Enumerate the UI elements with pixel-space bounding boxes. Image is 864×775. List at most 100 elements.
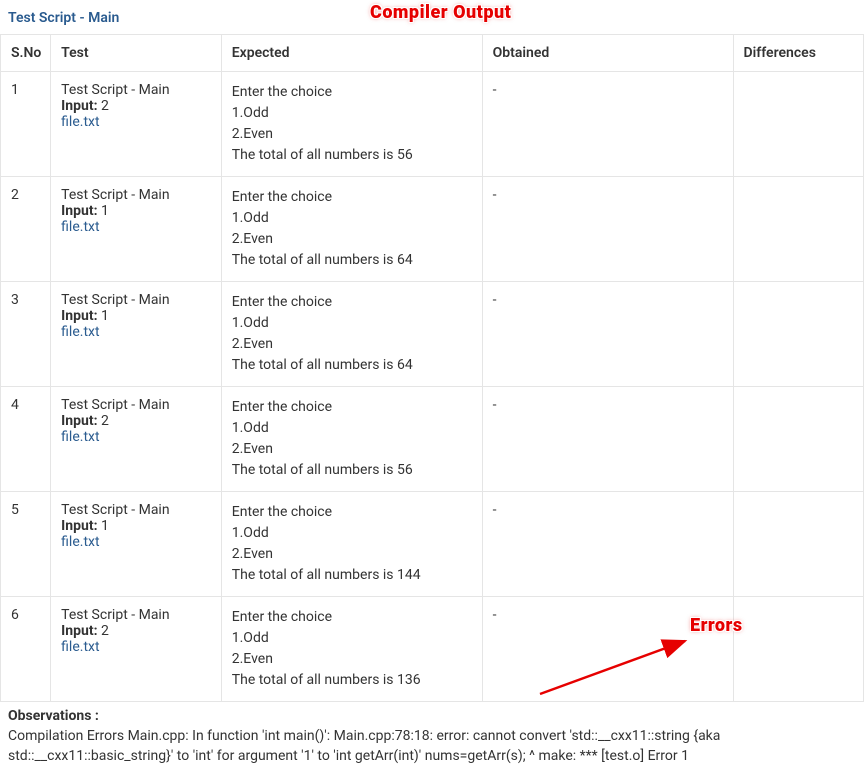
test-name: Test Script - Main — [61, 82, 211, 98]
file-link[interactable]: file.txt — [61, 324, 211, 340]
cell-expected: Enter the choice1.Odd2.EvenThe total of … — [221, 492, 482, 597]
observations-title: Observations : — [8, 708, 856, 724]
test-name: Test Script - Main — [61, 502, 211, 518]
expected-line: 1.Odd — [232, 103, 472, 124]
cell-test: Test Script - MainInput: 1file.txt — [51, 492, 222, 597]
table-row: 6Test Script - MainInput: 2file.txtEnter… — [1, 597, 864, 702]
cell-differences — [733, 282, 863, 387]
input-label: Input: — [61, 98, 97, 114]
test-name: Test Script - Main — [61, 607, 211, 623]
cell-expected: Enter the choice1.Odd2.EvenThe total of … — [221, 72, 482, 177]
input-label: Input: — [61, 308, 97, 324]
cell-expected: Enter the choice1.Odd2.EvenThe total of … — [221, 597, 482, 702]
cell-obtained: - — [482, 387, 733, 492]
col-header-sno: S.No — [1, 35, 51, 72]
test-name: Test Script - Main — [61, 187, 211, 203]
input-value: 1 — [98, 203, 109, 219]
expected-line: The total of all numbers is 64 — [232, 250, 472, 271]
test-results-table: S.No Test Expected Obtained Differences … — [0, 34, 864, 702]
cell-obtained: - — [482, 597, 733, 702]
cell-differences — [733, 492, 863, 597]
col-header-differences: Differences — [733, 35, 863, 72]
test-input: Input: 2 — [61, 413, 211, 429]
observations-section: Observations : Compilation Errors Main.c… — [0, 702, 864, 775]
cell-sno: 5 — [1, 492, 51, 597]
test-input: Input: 1 — [61, 308, 211, 324]
expected-line: 2.Even — [232, 229, 472, 250]
expected-line: Enter the choice — [232, 397, 472, 418]
cell-test: Test Script - MainInput: 2file.txt — [51, 387, 222, 492]
expected-line: Enter the choice — [232, 607, 472, 628]
table-row: 4Test Script - MainInput: 2file.txtEnter… — [1, 387, 864, 492]
observations-body: Compilation Errors Main.cpp: In function… — [8, 726, 856, 767]
table-row: 2Test Script - MainInput: 1file.txtEnter… — [1, 177, 864, 282]
expected-line: 1.Odd — [232, 313, 472, 334]
test-input: Input: 2 — [61, 98, 211, 114]
expected-line: 2.Even — [232, 124, 472, 145]
col-header-obtained: Obtained — [482, 35, 733, 72]
cell-obtained: - — [482, 177, 733, 282]
test-input: Input: 1 — [61, 518, 211, 534]
expected-line: The total of all numbers is 56 — [232, 460, 472, 481]
expected-line: Enter the choice — [232, 502, 472, 523]
cell-test: Test Script - MainInput: 2file.txt — [51, 597, 222, 702]
file-link[interactable]: file.txt — [61, 114, 211, 130]
table-row: 1Test Script - MainInput: 2file.txtEnter… — [1, 72, 864, 177]
cell-differences — [733, 597, 863, 702]
expected-line: 1.Odd — [232, 523, 472, 544]
input-label: Input: — [61, 623, 97, 639]
cell-obtained: - — [482, 72, 733, 177]
file-link[interactable]: file.txt — [61, 639, 211, 655]
cell-expected: Enter the choice1.Odd2.EvenThe total of … — [221, 177, 482, 282]
col-header-expected: Expected — [221, 35, 482, 72]
table-header-row: S.No Test Expected Obtained Differences — [1, 35, 864, 72]
cell-obtained: - — [482, 282, 733, 387]
table-row: 3Test Script - MainInput: 1file.txtEnter… — [1, 282, 864, 387]
expected-line: Enter the choice — [232, 82, 472, 103]
expected-line: The total of all numbers is 56 — [232, 145, 472, 166]
input-label: Input: — [61, 203, 97, 219]
test-name: Test Script - Main — [61, 292, 211, 308]
input-label: Input: — [61, 518, 97, 534]
cell-sno: 3 — [1, 282, 51, 387]
errors-annotation: Errors — [690, 615, 743, 636]
col-header-test: Test — [51, 35, 222, 72]
test-input: Input: 2 — [61, 623, 211, 639]
expected-line: Enter the choice — [232, 187, 472, 208]
table-row: 5Test Script - MainInput: 1file.txtEnter… — [1, 492, 864, 597]
test-input: Input: 1 — [61, 203, 211, 219]
compiler-output-annotation: Compiler Output — [370, 2, 511, 23]
file-link[interactable]: file.txt — [61, 429, 211, 445]
cell-differences — [733, 387, 863, 492]
cell-test: Test Script - MainInput: 2file.txt — [51, 72, 222, 177]
cell-expected: Enter the choice1.Odd2.EvenThe total of … — [221, 282, 482, 387]
cell-test: Test Script - MainInput: 1file.txt — [51, 177, 222, 282]
expected-line: 2.Even — [232, 439, 472, 460]
expected-line: Enter the choice — [232, 292, 472, 313]
cell-differences — [733, 72, 863, 177]
cell-differences — [733, 177, 863, 282]
file-link[interactable]: file.txt — [61, 534, 211, 550]
cell-sno: 4 — [1, 387, 51, 492]
file-link[interactable]: file.txt — [61, 219, 211, 235]
expected-line: 1.Odd — [232, 208, 472, 229]
test-name: Test Script - Main — [61, 397, 211, 413]
cell-sno: 2 — [1, 177, 51, 282]
expected-line: The total of all numbers is 64 — [232, 355, 472, 376]
cell-sno: 6 — [1, 597, 51, 702]
input-value: 2 — [98, 98, 109, 114]
expected-line: 1.Odd — [232, 418, 472, 439]
expected-line: 2.Even — [232, 334, 472, 355]
input-value: 1 — [98, 518, 109, 534]
input-value: 2 — [98, 413, 109, 429]
expected-line: 2.Even — [232, 649, 472, 670]
cell-test: Test Script - MainInput: 1file.txt — [51, 282, 222, 387]
expected-line: The total of all numbers is 144 — [232, 565, 472, 586]
cell-sno: 1 — [1, 72, 51, 177]
input-value: 2 — [98, 623, 109, 639]
expected-line: The total of all numbers is 136 — [232, 670, 472, 691]
input-value: 1 — [98, 308, 109, 324]
input-label: Input: — [61, 413, 97, 429]
cell-expected: Enter the choice1.Odd2.EvenThe total of … — [221, 387, 482, 492]
cell-obtained: - — [482, 492, 733, 597]
